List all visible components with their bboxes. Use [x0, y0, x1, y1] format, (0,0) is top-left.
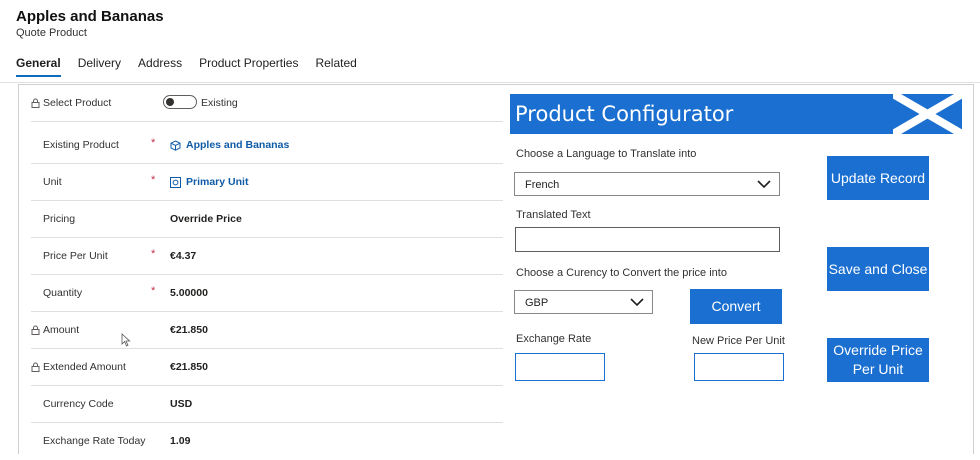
new-price-label: New Price Per Unit	[692, 335, 785, 347]
existing-product-label: Existing Product	[43, 139, 119, 151]
price-per-unit-label: Price Per Unit	[43, 250, 108, 262]
exchange-rate-today-label: Exchange Rate Today	[43, 435, 146, 447]
row-select-product: Select Product Existing	[31, 85, 503, 122]
existing-product-link[interactable]: Apples and Bananas	[170, 139, 289, 151]
currency-convert-label: Choose a Curency to Convert the price in…	[516, 267, 727, 279]
scotland-flag-icon	[893, 94, 962, 134]
product-configurator-header: Product Configurator	[510, 94, 962, 134]
quantity-label: Quantity	[43, 287, 83, 299]
new-price-field[interactable]	[694, 353, 784, 381]
pricing-value[interactable]: Override Price	[170, 213, 242, 225]
required-marker: *	[151, 248, 156, 260]
record-title: Apples and Bananas	[16, 8, 164, 25]
translated-text-field[interactable]	[515, 227, 780, 252]
row-quantity: Quantity * 5.00000	[31, 275, 503, 312]
row-extended-amount: Extended Amount €21.850	[31, 349, 503, 386]
flag-saltire	[893, 94, 962, 134]
exchange-rate-label: Exchange Rate	[516, 333, 592, 345]
required-marker: *	[151, 285, 156, 297]
tab-general[interactable]: General	[16, 56, 61, 77]
record-entity-type: Quote Product	[16, 27, 87, 39]
row-currency-code: Currency Code USD	[31, 386, 503, 423]
configurator-title: Product Configurator	[515, 102, 734, 126]
quantity-value[interactable]: 5.00000	[170, 287, 208, 299]
pricing-label: Pricing	[43, 213, 76, 225]
amount-label: Amount	[31, 324, 79, 336]
chevron-down-icon	[757, 180, 771, 189]
extended-amount-label-text: Extended Amount	[43, 361, 126, 373]
language-selected: French	[525, 179, 560, 191]
row-unit: Unit * Primary Unit	[31, 164, 503, 201]
required-marker: *	[151, 137, 156, 149]
update-record-button[interactable]: Update Record	[827, 156, 929, 200]
select-product-label-text: Select Product	[43, 97, 112, 109]
product-cube-icon	[170, 139, 181, 151]
chevron-down-icon	[630, 298, 644, 307]
save-and-close-button[interactable]: Save and Close	[827, 247, 929, 291]
extended-amount-label: Extended Amount	[31, 361, 126, 373]
tab-related[interactable]: Related	[315, 56, 356, 77]
currency-code-label: Currency Code	[43, 398, 114, 410]
language-label: Choose a Language to Translate into	[516, 148, 697, 160]
tab-divider	[0, 82, 980, 83]
tab-product-properties[interactable]: Product Properties	[199, 56, 298, 77]
unit-label: Unit	[43, 176, 62, 188]
override-price-button[interactable]: Override Price Per Unit	[827, 338, 929, 382]
select-product-toggle[interactable]	[163, 95, 197, 109]
exchange-rate-today-value[interactable]: 1.09	[170, 435, 190, 447]
price-per-unit-value[interactable]: €4.37	[170, 250, 196, 262]
exchange-rate-field[interactable]	[515, 353, 605, 381]
translated-text-label: Translated Text	[516, 209, 591, 221]
lock-icon	[31, 325, 40, 335]
toggle-knob	[166, 98, 174, 106]
required-marker: *	[151, 174, 156, 186]
select-product-label: Select Product	[31, 97, 111, 109]
row-existing-product: Existing Product * Apples and Bananas	[31, 127, 503, 164]
row-amount: Amount €21.850	[31, 312, 503, 349]
currency-code-value[interactable]: USD	[170, 398, 192, 410]
tab-bar: General Delivery Address Product Propert…	[16, 56, 374, 77]
currency-selected: GBP	[525, 297, 549, 309]
extended-amount-value: €21.850	[170, 361, 208, 373]
convert-button[interactable]: Convert	[690, 289, 782, 324]
amount-value: €21.850	[170, 324, 208, 336]
existing-product-value: Apples and Bananas	[186, 139, 290, 151]
row-pricing: Pricing Override Price	[31, 201, 503, 238]
lock-icon	[31, 362, 40, 372]
toggle-label: Existing	[201, 97, 238, 109]
language-dropdown[interactable]: French	[514, 172, 780, 196]
tab-delivery[interactable]: Delivery	[78, 56, 121, 77]
row-exchange-rate-today: Exchange Rate Today 1.09	[31, 423, 503, 460]
unit-value: Primary Unit	[186, 176, 249, 188]
currency-dropdown[interactable]: GBP	[514, 290, 653, 314]
unit-icon	[170, 176, 181, 188]
unit-link[interactable]: Primary Unit	[170, 176, 248, 188]
tab-address[interactable]: Address	[138, 56, 182, 77]
amount-label-text: Amount	[43, 324, 80, 336]
row-price-per-unit: Price Per Unit * €4.37	[31, 238, 503, 275]
record-header: Apples and Bananas Quote Product	[16, 8, 164, 39]
mouse-cursor-icon	[121, 333, 131, 347]
lock-icon	[31, 98, 40, 108]
